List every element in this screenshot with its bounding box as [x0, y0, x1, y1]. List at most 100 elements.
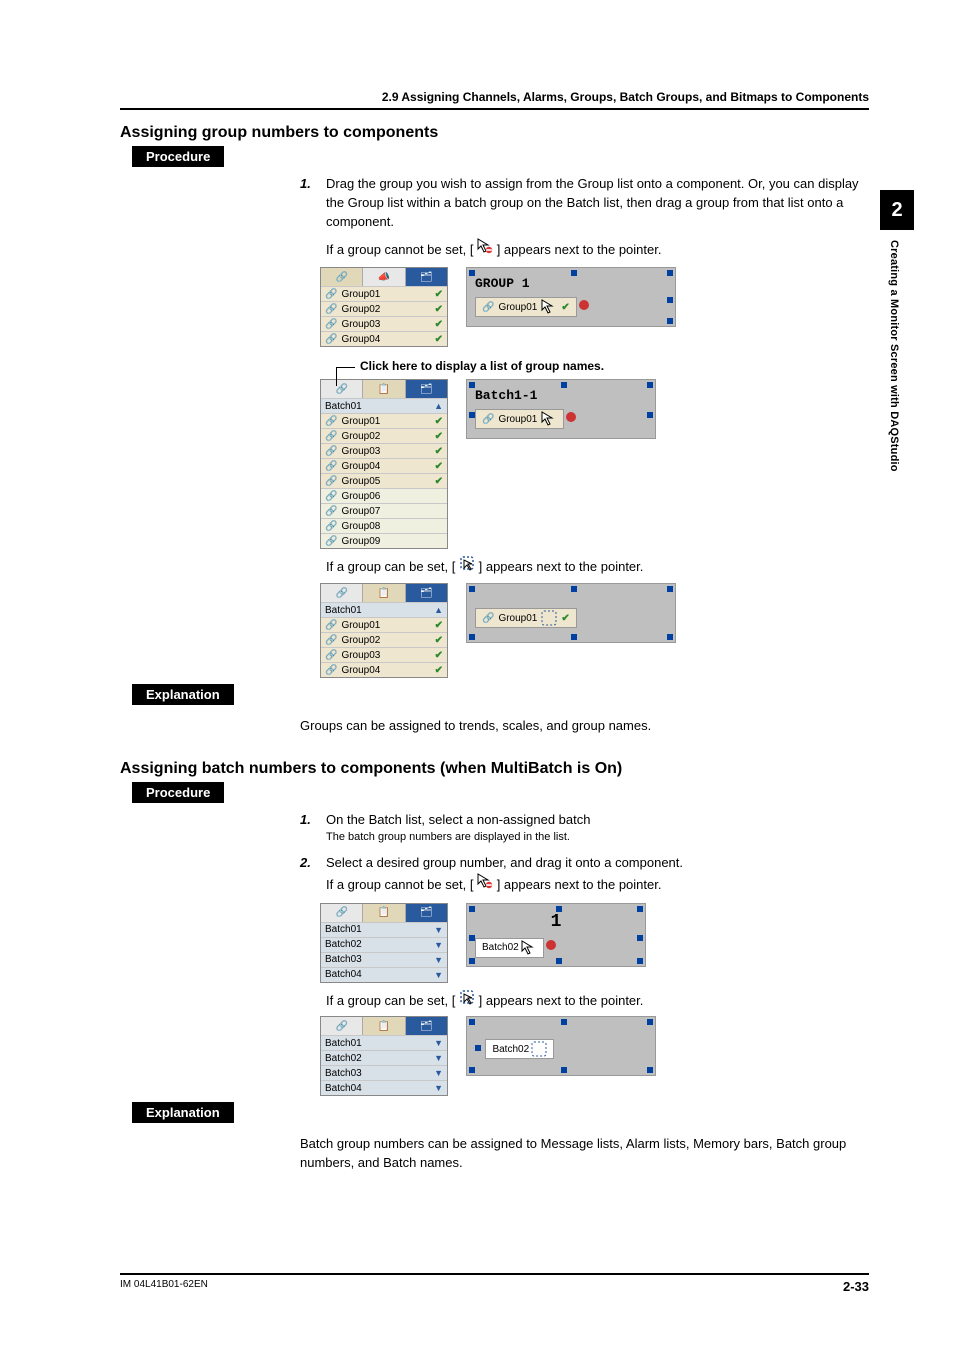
step1-number: 1. — [300, 175, 316, 232]
batch-header[interactable]: Batch01▲ — [321, 602, 447, 617]
list-item[interactable]: Batch03▼ — [321, 1065, 447, 1080]
drag-chip[interactable]: 🔗Group01 ✔ — [475, 297, 577, 317]
batch-header[interactable]: Batch01▲ — [321, 398, 447, 413]
list-item[interactable]: Batch01▼ — [321, 922, 447, 937]
tab-channels-icon[interactable]: 🔗 — [321, 584, 363, 602]
design-canvas[interactable]: 🔗Group01 ✔ — [466, 583, 676, 643]
design-canvas[interactable]: Batch1-1 🔗Group01 — [466, 379, 656, 439]
allow-icon — [459, 555, 475, 571]
list-item[interactable]: 🔗Group01✔ — [321, 286, 447, 301]
forbid-icon — [541, 299, 557, 315]
list-item[interactable]: Batch01▼ — [321, 1035, 447, 1050]
chapter-badge: 2 — [880, 190, 914, 230]
tab-batch-icon[interactable]: 📋 — [363, 584, 405, 602]
design-canvas[interactable]: 1 Batch02 — [466, 903, 646, 967]
section2-title: Assigning batch numbers to components (w… — [120, 760, 869, 778]
tab-channels-icon[interactable]: 🔗 — [321, 904, 363, 922]
section1-title: Assigning group numbers to components — [120, 124, 869, 142]
forbid-dot-icon — [579, 300, 589, 310]
chapter-title: Creating a Monitor Screen with DAQStudio — [880, 240, 900, 472]
cannot-set-pre: If a group cannot be set, [ — [326, 242, 473, 257]
list-item[interactable]: 🔗Group01✔ — [321, 617, 447, 632]
allow-icon — [459, 989, 475, 1005]
click-caption: Click here to display a list of group na… — [360, 359, 869, 373]
forbid-icon — [477, 238, 493, 254]
footer: IM 04L41B01-62EN 2-33 — [120, 1273, 869, 1294]
s2-step1: 1. On the Batch list, select a non-assig… — [300, 811, 869, 846]
list-item[interactable]: Batch04▼ — [321, 1080, 447, 1095]
drag-chip[interactable]: 🔗Group01 ✔ — [475, 608, 577, 628]
design-canvas[interactable]: Batch02 — [466, 1016, 656, 1076]
step-number: 1. — [300, 811, 316, 830]
list-item[interactable]: 🔗Group07 — [321, 503, 447, 518]
mock-batch-cannot: 🔗 📋 🗂 Batch01▼ Batch02▼ Batch03▼ Batch04… — [320, 903, 869, 983]
explanation-text: Groups can be assigned to trends, scales… — [300, 717, 869, 736]
list-item[interactable]: 🔗Group05✔ — [321, 473, 447, 488]
component-label: Batch1-1 — [475, 388, 647, 403]
can-set-post: ] appears next to the pointer. — [479, 559, 644, 574]
step1: 1. Drag the group you wish to assign fro… — [300, 175, 869, 259]
explanation-label: Explanation — [132, 684, 234, 705]
tab-groups-icon[interactable]: 🗂 — [406, 268, 447, 286]
forbid-dot-icon — [546, 940, 556, 950]
list-item[interactable]: 🔗Group03✔ — [321, 316, 447, 331]
list-item[interactable]: 🔗Group04✔ — [321, 458, 447, 473]
step-text: On the Batch list, select a non-assigned… — [326, 811, 591, 830]
drag-chip[interactable]: 🔗Group01 — [475, 409, 564, 429]
list-item[interactable]: 🔗Group02✔ — [321, 301, 447, 316]
allow-icon — [531, 1041, 547, 1057]
tab-groups-icon[interactable]: 🗂 — [406, 380, 447, 398]
drag-chip[interactable]: Batch02 — [475, 938, 544, 958]
can-set-pre: If a group can be set, [ — [326, 559, 455, 574]
list-item[interactable]: 🔗Group01✔ — [321, 413, 447, 428]
step-text: Select a desired group number, and drag … — [326, 854, 683, 873]
tab-channels-icon[interactable]: 🔗 — [321, 268, 363, 286]
list-item[interactable]: 🔗Group06 — [321, 488, 447, 503]
list-item[interactable]: 🔗Group08 — [321, 518, 447, 533]
tab-groups-icon[interactable]: 🗂 — [406, 904, 447, 922]
group-panel[interactable]: 🔗 📣 🗂 🔗Group01✔ 🔗Group02✔ 🔗Group03✔ 🔗Gro… — [320, 267, 448, 347]
can-set-post: ] appears next to the pointer. — [479, 993, 644, 1008]
list-item[interactable]: 🔗Group04✔ — [321, 662, 447, 677]
batch-group-panel[interactable]: 🔗 📋 🗂 Batch01▲ 🔗Group01✔ 🔗Group02✔ 🔗Grou… — [320, 583, 448, 678]
procedure-label: Procedure — [132, 146, 224, 167]
s2-step2: 2. Select a desired group number, and dr… — [300, 854, 869, 895]
list-item[interactable]: Batch02▼ — [321, 937, 447, 952]
batch-group-panel[interactable]: 🔗 📋 🗂 Batch01▲ 🔗Group01✔ 🔗Group02✔ 🔗Grou… — [320, 379, 448, 549]
tab-batch-icon[interactable]: 📋 — [363, 1017, 405, 1035]
list-item[interactable]: 🔗Group03✔ — [321, 647, 447, 662]
component-label: 1 — [475, 912, 637, 932]
list-item[interactable]: Batch04▼ — [321, 967, 447, 982]
cannot-set-pre: If a group cannot be set, [ — [326, 877, 473, 892]
can-set-pre: If a group can be set, [ — [326, 993, 455, 1008]
allow-icon — [541, 610, 557, 626]
list-item[interactable]: Batch03▼ — [321, 952, 447, 967]
list-item[interactable]: 🔗Group02✔ — [321, 428, 447, 443]
batch-panel[interactable]: 🔗 📋 🗂 Batch01▼ Batch02▼ Batch03▼ Batch04… — [320, 1016, 448, 1096]
forbid-icon — [541, 411, 557, 427]
drag-chip[interactable]: Batch02 — [485, 1039, 554, 1059]
tab-batch-icon[interactable]: 📋 — [363, 380, 405, 398]
mock-group-can: 🔗 📋 🗂 Batch01▲ 🔗Group01✔ 🔗Group02✔ 🔗Grou… — [320, 583, 869, 678]
list-item[interactable]: 🔗Group09 — [321, 533, 447, 548]
doc-id: IM 04L41B01-62EN — [120, 1279, 208, 1294]
forbid-icon — [521, 940, 537, 956]
tab-groups-icon[interactable]: 🗂 — [406, 1017, 447, 1035]
batch-panel[interactable]: 🔗 📋 🗂 Batch01▼ Batch02▼ Batch03▼ Batch04… — [320, 903, 448, 983]
list-item[interactable]: 🔗Group03✔ — [321, 443, 447, 458]
tab-groups-icon[interactable]: 🗂 — [406, 584, 447, 602]
cannot-set-post: ] appears next to the pointer. — [497, 242, 662, 257]
list-item[interactable]: 🔗Group04✔ — [321, 331, 447, 346]
list-item[interactable]: 🔗Group02✔ — [321, 632, 447, 647]
tab-alarms-icon[interactable]: 📣 — [363, 268, 405, 286]
design-canvas[interactable]: GROUP 1 🔗Group01 ✔ — [466, 267, 676, 327]
explanation-label: Explanation — [132, 1102, 234, 1123]
procedure-label: Procedure — [132, 782, 224, 803]
page: 2.9 Assigning Channels, Alarms, Groups, … — [0, 0, 954, 1350]
explanation-text: Batch group numbers can be assigned to M… — [300, 1135, 869, 1173]
tab-channels-icon[interactable]: 🔗 — [321, 1017, 363, 1035]
cannot-set-post: ] appears next to the pointer. — [497, 877, 662, 892]
list-item[interactable]: Batch02▼ — [321, 1050, 447, 1065]
tab-batch-icon[interactable]: 📋 — [363, 904, 405, 922]
page-number: 2-33 — [843, 1279, 869, 1294]
